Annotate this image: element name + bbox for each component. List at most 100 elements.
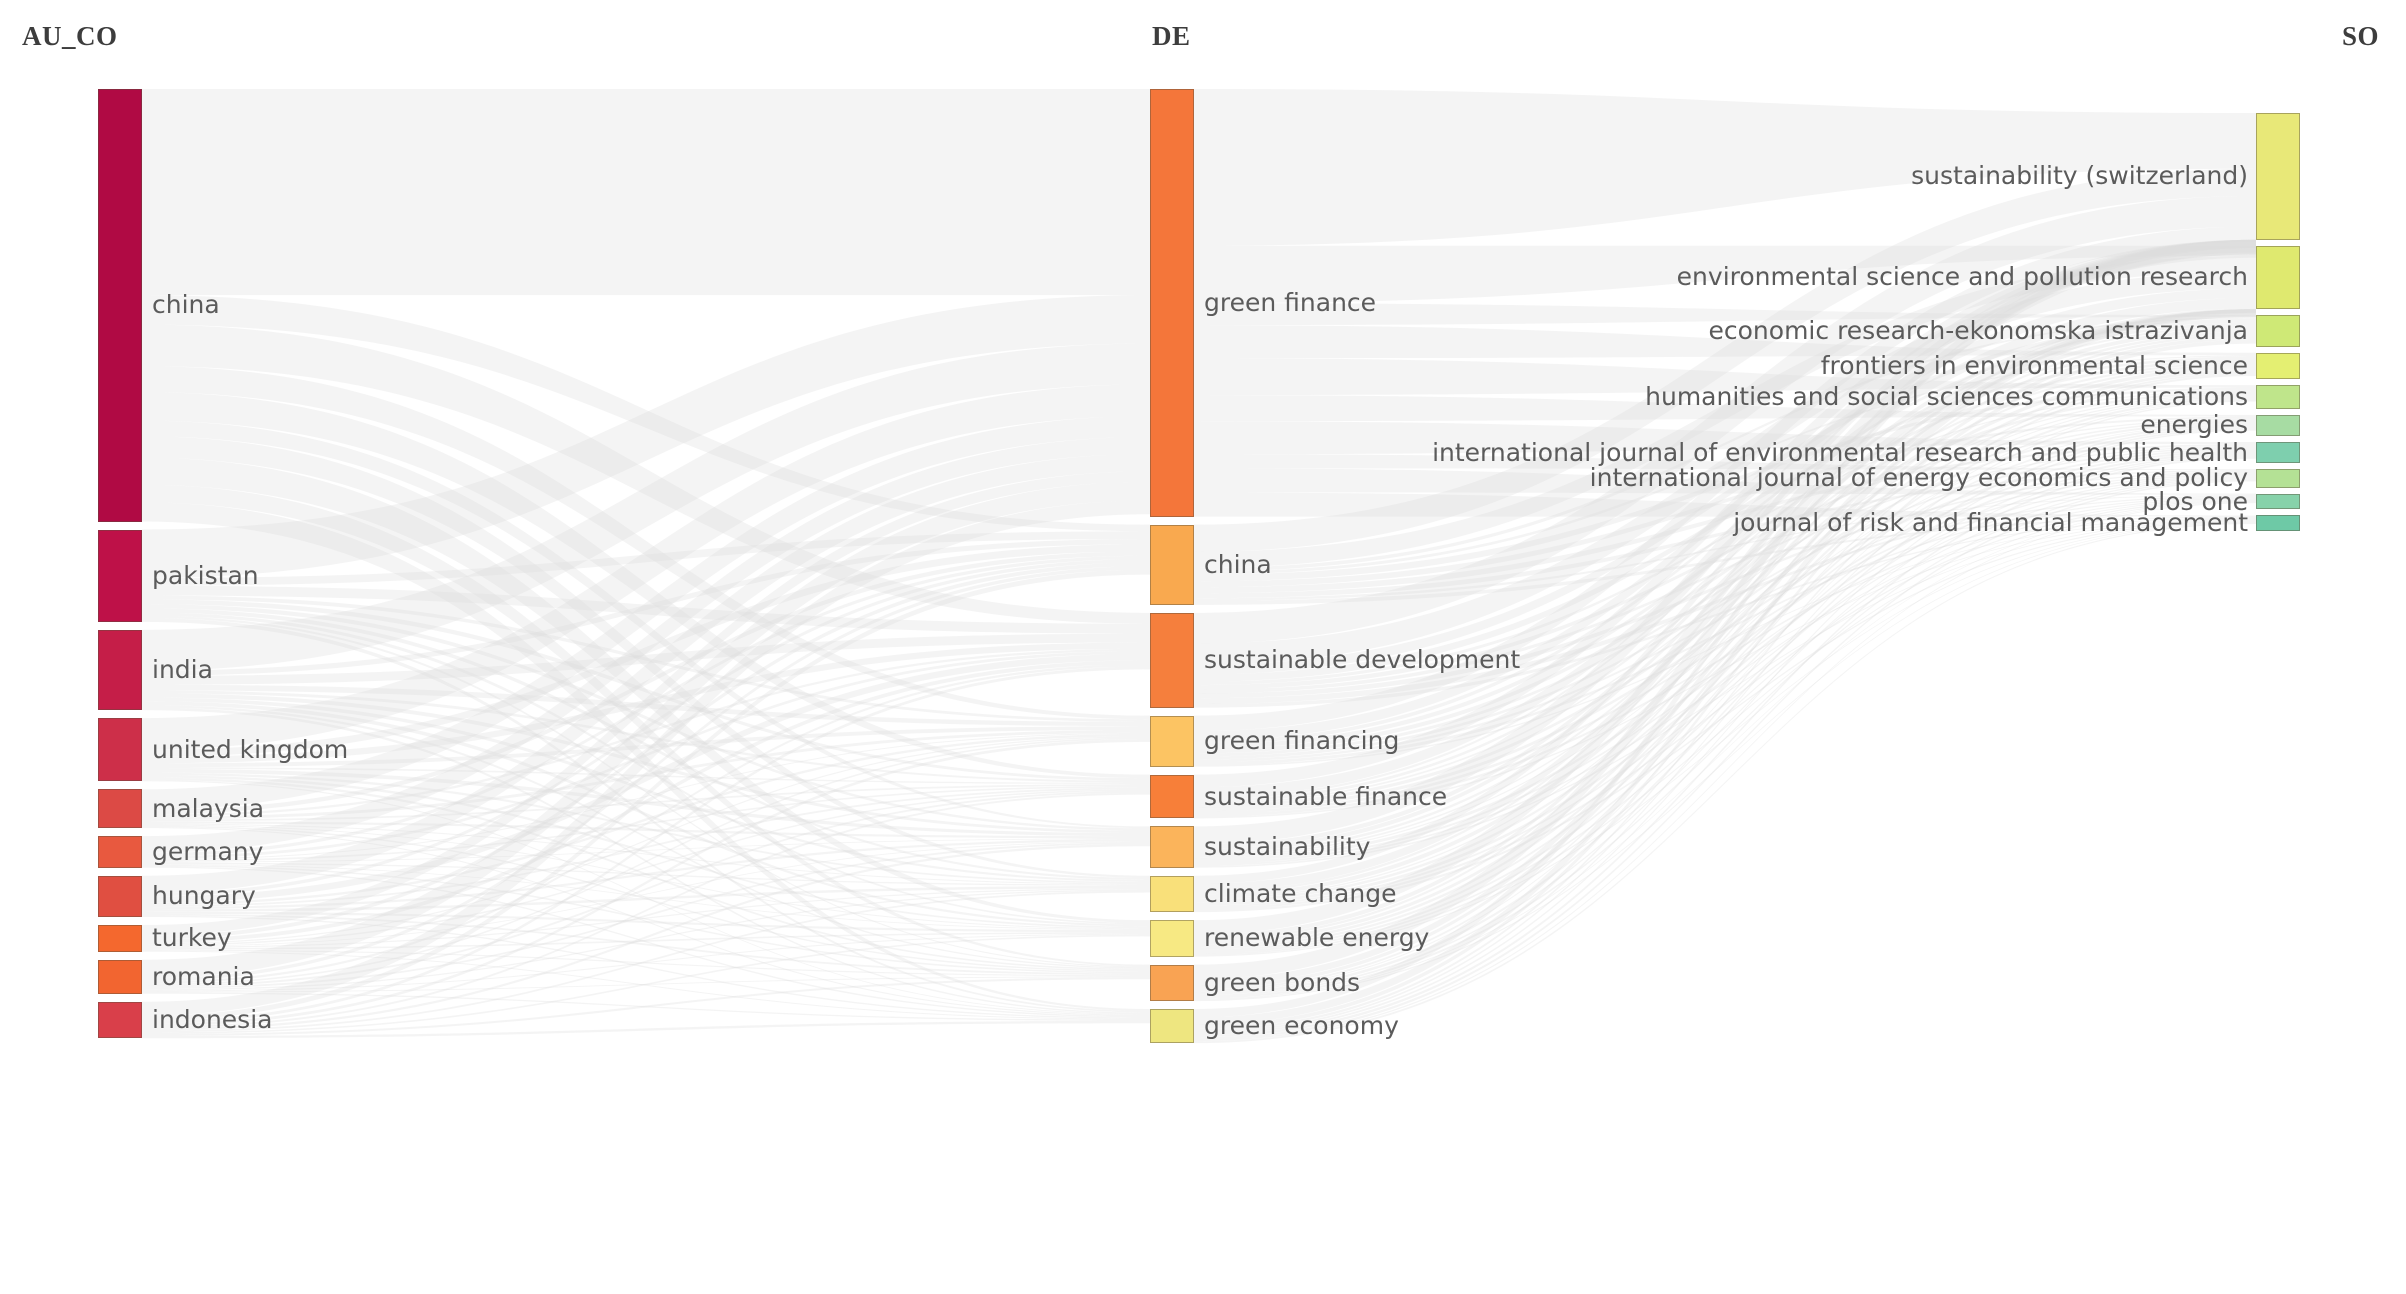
sankey-link <box>142 420 1150 829</box>
sankey-node[interactable] <box>1150 715 1194 767</box>
sankey-link <box>1194 502 2256 1042</box>
sankey-link <box>142 484 1150 967</box>
sankey-node[interactable] <box>98 925 142 952</box>
sankey-link <box>142 324 1150 624</box>
sankey-link <box>142 615 1150 968</box>
sankey-node[interactable] <box>2256 245 2300 310</box>
sankey-link <box>142 633 1150 685</box>
sankey-link <box>142 436 1150 878</box>
sankey-node[interactable] <box>98 875 142 918</box>
sankey-link <box>142 737 1150 986</box>
sankey-node[interactable] <box>2256 414 2300 437</box>
sankey-node[interactable] <box>1150 524 1194 605</box>
sankey-link <box>1194 425 2256 950</box>
sankey-node[interactable] <box>1150 964 1194 1002</box>
sankey-node-label: humanities and social sciences communica… <box>1645 382 2248 412</box>
sankey-link <box>142 604 1150 831</box>
sankey-node[interactable] <box>98 89 142 522</box>
sankey-node[interactable] <box>2256 315 2300 347</box>
sankey-link <box>142 890 1150 1033</box>
sankey-link <box>142 913 1150 976</box>
sankey-node[interactable] <box>98 529 142 622</box>
sankey-node[interactable] <box>1150 826 1194 868</box>
sankey-link <box>142 787 1150 908</box>
sankey-node[interactable] <box>2256 352 2300 380</box>
sankey-link <box>142 736 1150 945</box>
sankey-node[interactable] <box>98 718 142 782</box>
sankey-link <box>142 366 1150 720</box>
sankey-link <box>142 844 1150 1031</box>
sankey-node[interactable] <box>1150 920 1194 957</box>
sankey-node[interactable] <box>2256 442 2300 464</box>
sankey-node[interactable] <box>1150 774 1194 819</box>
sankey-node-label: turkey <box>152 923 232 953</box>
sankey-node-label: climate change <box>1204 878 1397 908</box>
sankey-link <box>142 531 1150 586</box>
sankey-node-label: pakistan <box>152 560 259 590</box>
sankey-node[interactable] <box>98 629 142 711</box>
sankey-node-label: united kingdom <box>152 734 349 764</box>
sankey-node[interactable] <box>2256 385 2300 409</box>
sankey-node[interactable] <box>2256 493 2300 510</box>
sankey-link <box>142 792 1150 1029</box>
sankey-link <box>142 949 1150 977</box>
sankey-link <box>142 864 1150 974</box>
sankey-link <box>142 767 1150 785</box>
sankey-node[interactable] <box>98 789 142 829</box>
sankey-link <box>1194 517 2256 708</box>
sankey-node-label: sustainability <box>1204 832 1371 862</box>
sankey-link <box>1194 519 2256 868</box>
sankey-node[interactable] <box>1150 875 1194 913</box>
sankey-link <box>142 343 1150 671</box>
sankey-link <box>142 862 1150 886</box>
sankey-link <box>142 457 1150 923</box>
sankey-link <box>142 768 1150 837</box>
sankey-node-label: hungary <box>152 881 256 911</box>
sankey-link <box>142 775 1150 929</box>
sankey-link <box>142 841 1150 947</box>
sankey-node-label: india <box>152 654 213 684</box>
sankey-link <box>142 790 1150 988</box>
sankey-link <box>142 384 1150 750</box>
axis-title-de: DE <box>1152 21 1191 51</box>
sankey-node[interactable] <box>2256 515 2300 532</box>
sankey-link <box>142 777 1150 971</box>
sankey-node[interactable] <box>1150 612 1194 708</box>
sankey-link <box>142 932 1150 950</box>
sankey-link-layer <box>142 89 2256 1044</box>
sankey-link <box>142 612 1150 925</box>
sankey-node-label: sustainable finance <box>1204 781 1448 811</box>
sankey-node-label: china <box>152 290 220 320</box>
sankey-link <box>142 697 1150 882</box>
sankey-node[interactable] <box>1150 1009 1194 1044</box>
sankey-link <box>142 648 1150 817</box>
sankey-link <box>1194 498 2256 867</box>
sankey-node-label: green finance <box>1204 287 1377 317</box>
sankey-node[interactable] <box>98 836 142 868</box>
sankey-node-label: romania <box>152 961 255 991</box>
sankey-link <box>142 739 1150 1027</box>
sankey-link <box>142 471 1150 936</box>
sankey-diagram: AU_CO DE SO china pakistan india united kin… <box>0 0 2406 1294</box>
sankey-link <box>142 436 1150 854</box>
sankey-node[interactable] <box>2256 469 2300 488</box>
sankey-link <box>1194 389 2256 686</box>
sankey-node[interactable] <box>2256 113 2300 240</box>
sankey-link <box>1194 448 2256 812</box>
sankey-link <box>142 392 1150 779</box>
sankey-node-label: sustainability (switzerland) <box>1911 161 2248 191</box>
sankey-link <box>142 863 1150 931</box>
sankey-link <box>142 684 1150 727</box>
sankey-node-label: renewable energy <box>1204 923 1430 953</box>
sankey-node[interactable] <box>98 1001 142 1039</box>
sankey-node[interactable] <box>1150 89 1194 517</box>
sankey-link <box>142 1020 1150 1039</box>
sankey-node-label: malaysia <box>152 793 265 823</box>
sankey-node-label: sustainable development <box>1204 645 1521 675</box>
sankey-link <box>142 950 1150 1020</box>
sankey-link <box>142 295 1150 579</box>
sankey-link <box>142 539 1150 676</box>
sankey-link <box>142 551 1150 815</box>
sankey-node[interactable] <box>98 959 142 994</box>
sankey-node-label: economic research-ekonomska istrazivanja <box>1708 315 2248 345</box>
